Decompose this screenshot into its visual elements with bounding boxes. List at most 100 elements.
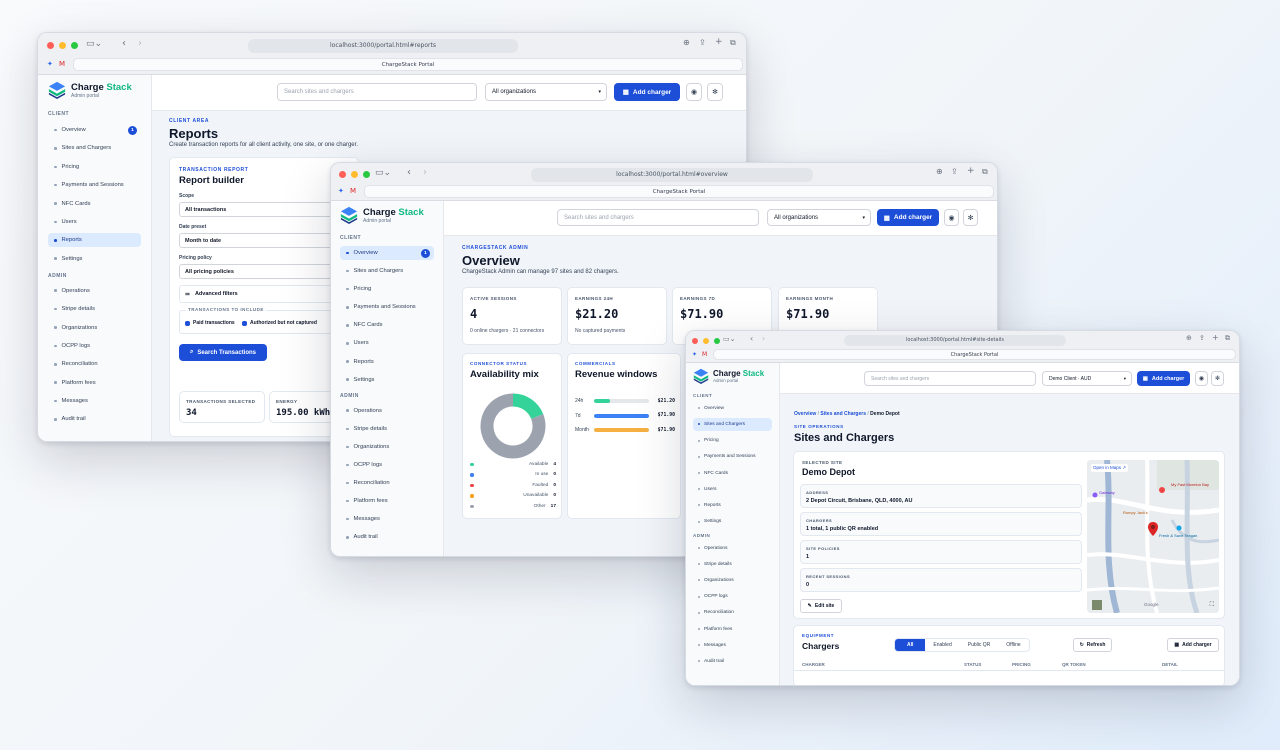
minimize-light[interactable] (703, 338, 709, 344)
refresh-button[interactable]: ↻ Refresh (1073, 638, 1112, 652)
zoom-light[interactable] (363, 171, 370, 178)
sidebar-item-platform-fees[interactable]: Platform fees (340, 494, 434, 508)
advanced-filters-toggle[interactable]: ⚌ Advanced filters (179, 285, 351, 303)
sidebar-item-platform-fees[interactable]: Platform fees (48, 376, 141, 390)
filter-tab-all[interactable]: All (895, 639, 926, 651)
sidebar-item-users[interactable]: Users (693, 483, 772, 496)
sidebar-item-reports[interactable]: Reports (340, 355, 434, 369)
sidebar-item-sites-and-chargers[interactable]: Sites and Chargers (340, 264, 434, 278)
sidebar-item-reconciliation[interactable]: Reconciliation (693, 607, 772, 620)
tabs-overview-icon[interactable]: ⧉ (730, 38, 736, 48)
sidebar-item-pricing[interactable]: Pricing (48, 160, 141, 174)
account-button[interactable]: ◉ (686, 83, 702, 101)
mail-icon[interactable]: M (59, 60, 65, 68)
search-input[interactable]: Search sites and chargers (557, 209, 759, 226)
sidebar-item-settings[interactable]: Settings (340, 373, 434, 387)
sidebar-item-reports[interactable]: Reports (48, 233, 141, 248)
organization-select[interactable]: All organizations ▾ (767, 209, 871, 226)
close-light[interactable] (339, 171, 346, 178)
sidebar-item-nfc-cards[interactable]: NFC Cards (340, 318, 434, 332)
date-preset-select[interactable]: Month to date (179, 233, 351, 248)
open-in-maps-link[interactable]: Open in Maps ↗ (1091, 464, 1129, 472)
download-icon[interactable]: ⊕ (936, 167, 943, 176)
search-input[interactable]: Search sites and chargers (277, 83, 477, 101)
filter-tab-enabled[interactable]: Enabled (925, 639, 959, 651)
address-bar[interactable]: localhost:3000/portal.html#reports (248, 39, 518, 53)
sidebar-item-messages[interactable]: Messages (48, 394, 141, 408)
paid-transactions-checkbox[interactable]: Paid transactions (185, 320, 235, 326)
search-input[interactable]: Search sites and chargers (864, 371, 1036, 386)
sidebar-item-payments-and-sessions[interactable]: Payments and Sessions (48, 178, 141, 192)
settings-button[interactable]: ✻ (1211, 371, 1224, 386)
column-header-charger[interactable]: CHARGER (802, 662, 825, 667)
zoom-light[interactable] (71, 42, 78, 49)
sidebar-item-organizations[interactable]: Organizations (340, 440, 434, 454)
sidebar-item-audit-trail[interactable]: Audit trail (693, 655, 772, 668)
browser-tab[interactable]: ChargeStack Portal (364, 185, 994, 198)
column-header-status[interactable]: STATUS (964, 662, 981, 667)
zoom-light[interactable] (714, 338, 720, 344)
account-button[interactable]: ◉ (1195, 371, 1208, 386)
download-icon[interactable]: ⊕ (1186, 334, 1192, 342)
new-tab-icon[interactable]: + (715, 37, 723, 47)
sidebar-item-ocpp-logs[interactable]: OCPP logs (693, 590, 772, 603)
organization-select[interactable]: Demo Client · AUD ▾ (1042, 371, 1132, 386)
account-button[interactable]: ◉ (944, 209, 959, 226)
sidebar-item-operations[interactable]: Operations (48, 284, 141, 298)
sidebar-toggle-icon[interactable]: ▭⌄ (375, 168, 391, 178)
sidebar-item-nfc-cards[interactable]: NFC Cards (693, 467, 772, 480)
sidebar-item-payments-and-sessions[interactable]: Payments and Sessions (340, 300, 434, 314)
sidebar-item-overview[interactable]: Overview (693, 402, 772, 415)
pricing-policy-select[interactable]: All pricing policies (179, 264, 351, 279)
bookmark-icon[interactable]: ✦ (338, 187, 344, 195)
share-icon[interactable]: ⇪ (951, 167, 958, 176)
address-bar[interactable]: localhost:3000/portal.html#overview (531, 168, 813, 182)
address-bar[interactable]: localhost:3000/portal.html#site-details (844, 335, 1066, 346)
download-icon[interactable]: ⊕ (683, 38, 690, 47)
sidebar-item-stripe-details[interactable]: Stripe details (340, 422, 434, 436)
share-icon[interactable]: ⇪ (1199, 334, 1205, 342)
browser-tab[interactable]: ChargeStack Portal (713, 349, 1236, 360)
bookmark-icon[interactable]: ✦ (47, 60, 53, 68)
sidebar-item-stripe-details[interactable]: Stripe details (693, 558, 772, 571)
tabs-overview-icon[interactable]: ⧉ (1225, 334, 1230, 343)
sidebar-item-overview[interactable]: Overview 1 (340, 246, 434, 260)
mail-icon[interactable]: M (350, 187, 356, 195)
add-charger-button[interactable]: ▦ Add charger (877, 209, 939, 226)
sidebar-item-messages[interactable]: Messages (693, 639, 772, 652)
bookmark-icon[interactable]: ✦ (692, 351, 697, 358)
sidebar-item-stripe-details[interactable]: Stripe details (48, 302, 141, 316)
sidebar-item-overview[interactable]: Overview 1 (48, 123, 141, 137)
sidebar-item-sites-and-chargers[interactable]: Sites and Chargers (693, 418, 772, 431)
sidebar-item-operations[interactable]: Operations (340, 404, 434, 418)
sidebar-item-organizations[interactable]: Organizations (48, 321, 141, 335)
tabs-overview-icon[interactable]: ⧉ (982, 167, 988, 177)
breadcrumb-overview[interactable]: Overview (794, 411, 816, 417)
sidebar-item-users[interactable]: Users (340, 336, 434, 350)
sidebar-item-messages[interactable]: Messages (340, 512, 434, 526)
column-header-qr-token[interactable]: QR TOKEN (1062, 662, 1086, 667)
sidebar-item-sites-and-chargers[interactable]: Sites and Chargers (48, 141, 141, 155)
sidebar-item-settings[interactable]: Settings (48, 252, 141, 266)
sidebar-item-users[interactable]: Users (48, 215, 141, 229)
new-tab-icon[interactable]: + (1212, 333, 1219, 342)
sidebar-toggle-icon[interactable]: ▭⌄ (723, 335, 735, 343)
forward-icon[interactable]: › (762, 334, 765, 343)
close-light[interactable] (692, 338, 698, 344)
back-icon[interactable]: ‹ (750, 334, 753, 343)
forward-icon[interactable]: › (138, 38, 142, 49)
sidebar-item-operations[interactable]: Operations (693, 542, 772, 555)
mail-icon[interactable]: M (702, 351, 707, 358)
settings-button[interactable]: ✻ (707, 83, 723, 101)
sidebar-item-audit-trail[interactable]: Audit trail (340, 530, 434, 544)
share-icon[interactable]: ⇪ (699, 38, 706, 47)
filter-tab-public-qr[interactable]: Public QR (960, 639, 999, 651)
authorized-checkbox[interactable]: Authorized but not captured (242, 320, 317, 326)
sidebar-item-reports[interactable]: Reports (693, 499, 772, 512)
fullscreen-icon[interactable]: ⛶ (1210, 602, 1214, 609)
sidebar-toggle-icon[interactable]: ▭⌄ (86, 39, 102, 49)
close-light[interactable] (47, 42, 54, 49)
new-tab-icon[interactable]: + (967, 166, 975, 176)
sidebar-item-payments-and-sessions[interactable]: Payments and Sessions (693, 451, 772, 464)
sidebar-item-pricing[interactable]: Pricing (340, 282, 434, 296)
